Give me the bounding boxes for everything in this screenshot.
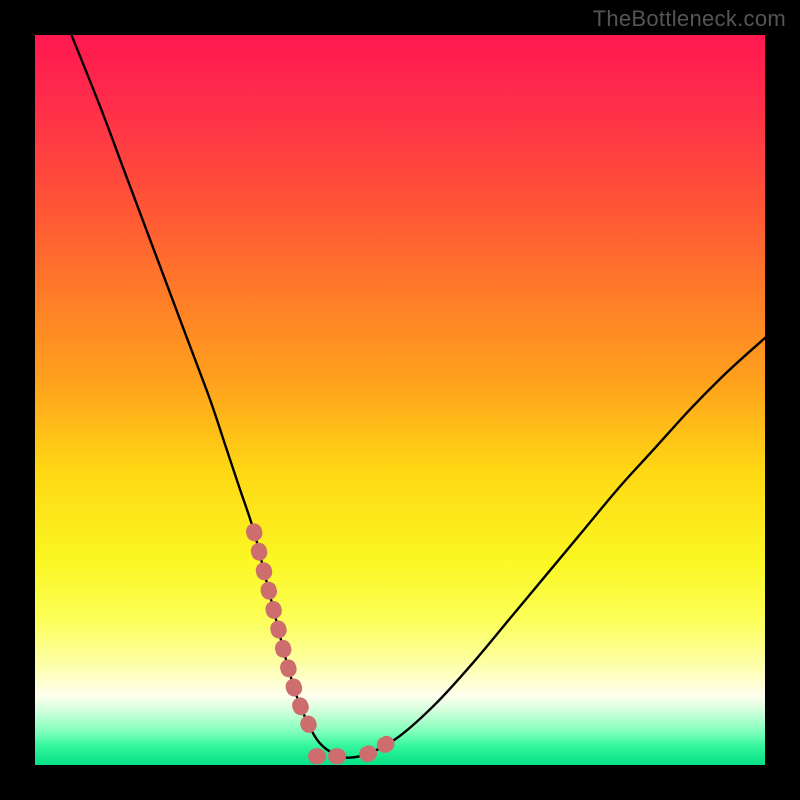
bottleneck-curve [72,35,766,758]
chart-stage: TheBottleneck.com [0,0,800,800]
curve-layer [35,35,765,765]
plot-area [35,35,765,765]
watermark-text: TheBottleneck.com [593,6,786,32]
highlight-markers [254,531,400,756]
